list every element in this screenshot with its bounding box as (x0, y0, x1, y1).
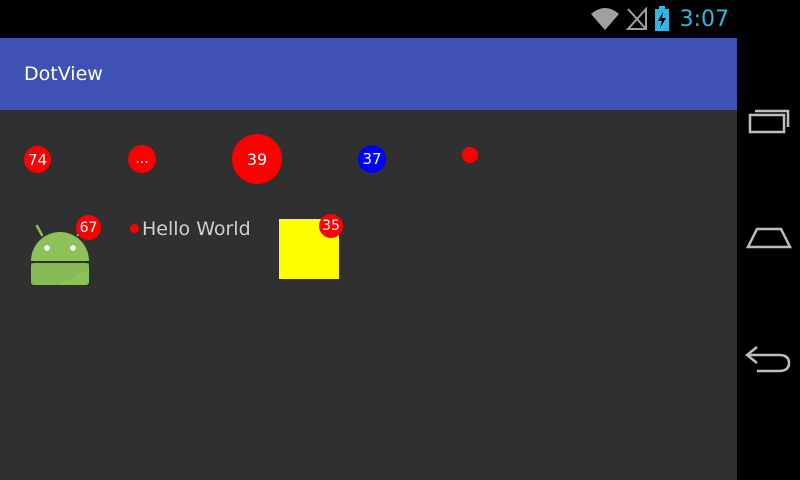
back-icon (744, 346, 790, 373)
recent-apps-icon (748, 109, 789, 134)
dot-badge-label: 37 (362, 150, 382, 168)
dot-badge-label: ... (135, 151, 149, 167)
status-icons: 3:07 (590, 4, 729, 34)
status-clock: 3:07 (679, 6, 729, 32)
hello-text: Hello World (142, 218, 251, 240)
dot-badge-label: 39 (246, 149, 268, 169)
home-button[interactable] (737, 208, 800, 268)
android-badge-label: 67 (79, 219, 98, 236)
battery-charging-icon (654, 6, 669, 31)
square-badge: 35 (319, 214, 343, 238)
dot-badge: 37 (358, 145, 386, 173)
dot-badge-label: 74 (27, 150, 48, 169)
dot-indicator (462, 147, 478, 163)
app-title: DotView (24, 63, 103, 85)
signal-icon (625, 7, 647, 30)
dot-badge: 74 (24, 146, 51, 173)
back-button[interactable] (737, 328, 800, 388)
android-badge: 67 (76, 215, 101, 240)
wifi-icon (590, 8, 619, 30)
dot-badge: ... (128, 145, 156, 173)
recent-apps-button[interactable] (737, 90, 800, 150)
hello-dot (130, 224, 139, 233)
content-area: 74 ... 39 37 67 Hello World 35 (0, 110, 737, 480)
home-icon (745, 227, 792, 249)
app-bar: DotView (0, 38, 737, 110)
square-badge-label: 35 (322, 218, 340, 234)
status-bar: 3:07 (0, 0, 737, 38)
dot-badge: 39 (232, 134, 282, 184)
nav-bar (737, 0, 800, 480)
